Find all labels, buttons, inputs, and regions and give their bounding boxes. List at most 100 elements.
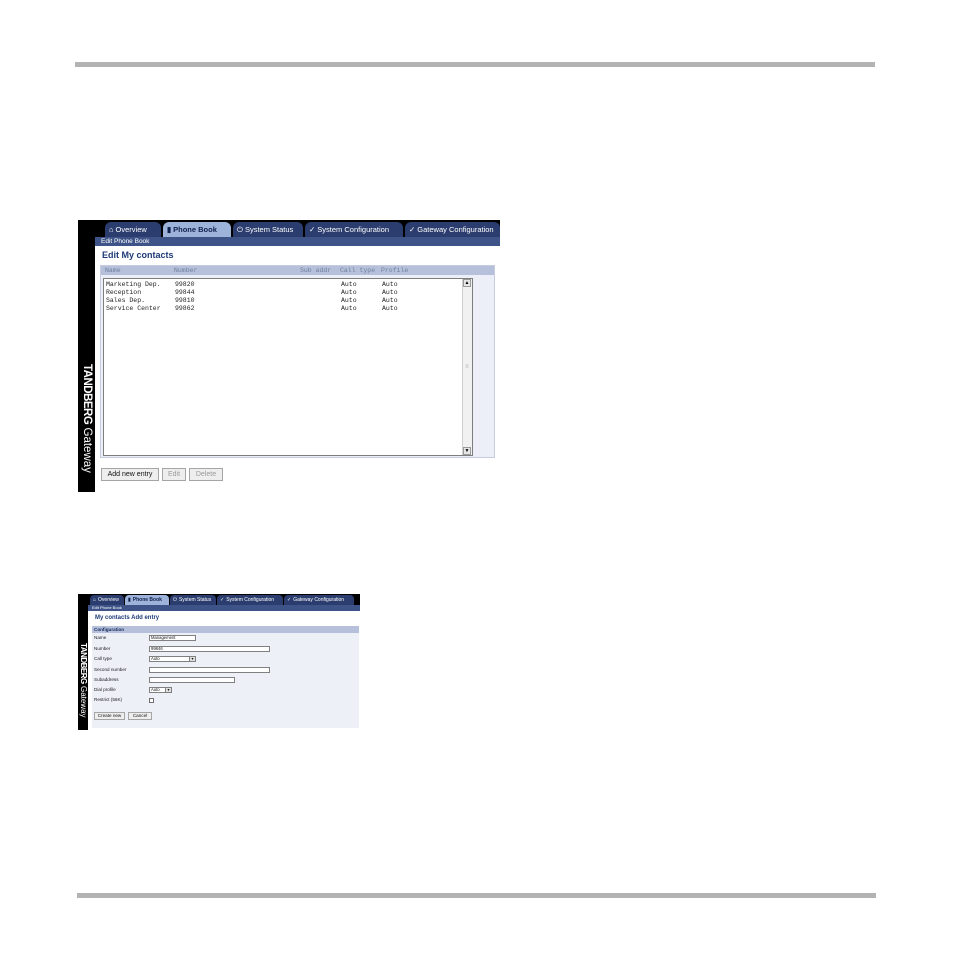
contact-name: Sales Dep. [106, 297, 146, 304]
contact-number: 99810 [175, 297, 195, 304]
breadcrumb: Edit Phone Book [95, 237, 500, 246]
tab-system-configuration[interactable]: ✓ System Configuration [305, 222, 403, 237]
tab-label: Phone Book [132, 597, 162, 603]
list-item[interactable]: Marketing Dep. 99820 Auto Auto [104, 281, 464, 289]
delete-button[interactable]: Delete [189, 468, 223, 481]
call-type-select[interactable]: Auto ▼ [149, 656, 196, 662]
tab-overview[interactable]: ⌂ Overview [105, 222, 161, 237]
number-field[interactable]: 99846 [149, 646, 270, 652]
tab-bar: ⌂ Overview ▮ Phone Book ⏻ System Status ✓ Sy… [88, 594, 360, 605]
contact-name: Marketing Dep. [106, 281, 161, 288]
book-icon: ▮ [167, 225, 172, 234]
tab-label: Overview [115, 225, 147, 234]
product-name: Gateway [79, 685, 88, 718]
scroll-down-icon[interactable]: ▼ [463, 447, 471, 455]
contact-profile: Auto [382, 281, 398, 288]
tab-label: System Configuration [317, 225, 389, 234]
contact-name: Reception [106, 289, 142, 296]
second-number-label: Second number [94, 667, 127, 672]
tab-label: Phone Book [173, 225, 217, 234]
contact-call-type: Auto [341, 289, 357, 296]
contact-call-type: Auto [341, 281, 357, 288]
tab-phone-book[interactable]: ▮ Phone Book [163, 222, 231, 237]
tab-bar: ⌂ Overview ▮ Phone Book ⏻ System Status ✓ Sy… [95, 220, 500, 237]
wrench-icon: ✓ [409, 225, 416, 234]
scrollbar[interactable]: ▲ ≡ ▼ [462, 279, 472, 455]
call-type-value: Auto [151, 656, 160, 661]
column-header-profile: Profile [381, 267, 409, 274]
name-field[interactable]: Management [149, 635, 196, 641]
power-icon: ⏻ [173, 597, 177, 603]
power-icon: ⏻ [237, 225, 243, 234]
contact-call-type: Auto [341, 305, 357, 312]
home-icon: ⌂ [93, 597, 97, 603]
cancel-button[interactable]: Cancel [128, 712, 152, 720]
list-item[interactable]: Service Center 99862 Auto Auto [104, 305, 464, 313]
product-name: Gateway [80, 427, 93, 473]
contacts-panel: Name Number Sub addr Call type Profile M… [100, 265, 495, 458]
wrench-icon: ✓ [287, 597, 292, 603]
tab-label: System Status [244, 225, 294, 234]
restrict-label: Restrict (56K) [94, 697, 123, 702]
number-label: Number [94, 646, 111, 651]
create-new-button[interactable]: Create new [94, 712, 125, 720]
chevron-down-icon: ▼ [165, 688, 171, 692]
contact-number: 99820 [175, 281, 195, 288]
chevron-down-icon: ▼ [189, 657, 195, 661]
restrict-checkbox[interactable] [149, 698, 154, 703]
breadcrumb: Edit Phone Book [88, 605, 360, 611]
column-header-call-type: Call type [340, 267, 376, 274]
tab-label: Gateway Configuration [293, 597, 345, 603]
column-header-number: Number [174, 267, 198, 274]
contact-profile: Auto [382, 289, 398, 296]
call-type-label: Call type [94, 656, 112, 661]
brand-logo: TANDBERG [79, 643, 88, 684]
contact-profile: Auto [382, 305, 398, 312]
contact-profile: Auto [382, 297, 398, 304]
subaddress-field[interactable] [149, 677, 235, 683]
list-item[interactable]: Reception 99844 Auto Auto [104, 289, 464, 297]
tab-gateway-configuration[interactable]: ✓ Gateway Configuration [284, 595, 354, 605]
wrench-icon: ✓ [220, 597, 225, 603]
tab-gateway-configuration[interactable]: ✓ Gateway Configuration [405, 222, 500, 237]
scroll-up-icon[interactable]: ▲ [463, 279, 471, 287]
contacts-listbox[interactable]: Marketing Dep. 99820 Auto Auto Reception… [103, 278, 473, 456]
home-icon: ⌂ [109, 225, 114, 234]
list-header: Name Number Sub addr Call type Profile [101, 266, 494, 275]
column-header-name: Name [105, 267, 121, 274]
name-label: Name [94, 635, 107, 640]
tab-phone-book[interactable]: ▮ Phone Book [125, 595, 169, 605]
bottom-divider [77, 893, 876, 898]
tab-label: Gateway Configuration [417, 225, 494, 234]
wrench-icon: ✓ [309, 225, 316, 234]
scroll-grip-icon[interactable]: ≡ [464, 363, 470, 371]
sidebar-brand: TANDBERG Gateway [78, 220, 95, 492]
brand-logo: TANDBERG [80, 364, 93, 425]
dial-profile-value: Auto [151, 687, 160, 692]
page-title: Edit My contacts [102, 250, 174, 260]
subaddress-label: Subaddress [94, 677, 119, 682]
add-new-entry-button[interactable]: Add new entry [101, 468, 159, 481]
tab-label: Overview [98, 597, 119, 603]
tab-system-configuration[interactable]: ✓ System Configuration [217, 595, 283, 605]
dial-profile-label: Dial profile [94, 687, 116, 692]
add-entry-screenshot: TANDBERG Gateway ⌂ Overview ▮ Phone Book ⏻… [78, 594, 360, 730]
tab-system-status[interactable]: ⏻ System Status [233, 222, 303, 237]
top-divider [75, 62, 875, 67]
tab-overview[interactable]: ⌂ Overview [90, 595, 124, 605]
dial-profile-select[interactable]: Auto ▼ [149, 687, 172, 693]
list-item[interactable]: Sales Dep. 99810 Auto Auto [104, 297, 464, 305]
column-header-sub-addr: Sub addr [300, 267, 332, 274]
contact-call-type: Auto [341, 297, 357, 304]
tab-system-status[interactable]: ⏻ System Status [170, 595, 216, 605]
page-title: My contacts Add entry [95, 615, 160, 621]
edit-button[interactable]: Edit [162, 468, 186, 481]
contact-number: 99862 [175, 305, 195, 312]
sidebar-brand: TANDBERG Gateway [78, 594, 88, 730]
edit-phonebook-screenshot: TANDBERG Gateway ⌂ Overview ▮ Phone Book ⏻… [78, 220, 500, 492]
tab-label: System Status [178, 597, 212, 603]
second-number-field[interactable] [149, 667, 270, 673]
contact-number: 99844 [175, 289, 195, 296]
book-icon: ▮ [128, 597, 131, 603]
tab-label: System Configuration [226, 597, 275, 603]
